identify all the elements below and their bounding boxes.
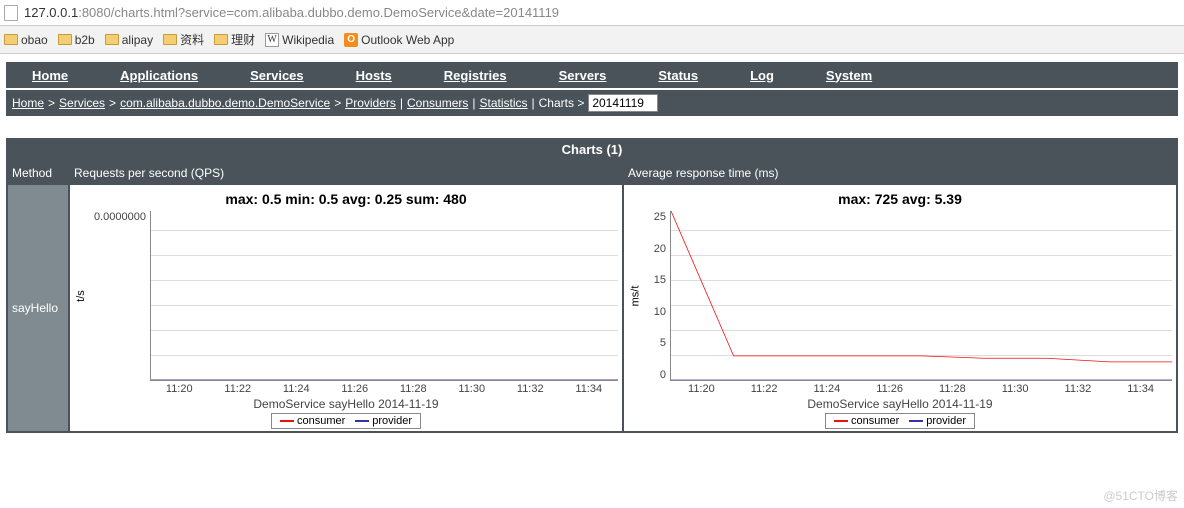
nav-registries[interactable]: Registries: [418, 68, 533, 83]
url-host: 127.0.0.1: [24, 5, 78, 20]
nav-status[interactable]: Status: [632, 68, 724, 83]
x-tick: 11:32: [517, 383, 544, 395]
folder-icon: [4, 34, 18, 45]
nav-servers[interactable]: Servers: [533, 68, 633, 83]
bookmark-label: obao: [21, 33, 48, 47]
chart-plot: [670, 211, 1172, 381]
y-tick: 10: [654, 306, 666, 318]
bookmark-资料[interactable]: 资料: [163, 31, 204, 48]
crumb-link[interactable]: Consumers: [407, 96, 468, 110]
bookmark-Wikipedia[interactable]: WWikipedia: [265, 33, 334, 47]
y-tick: 15: [654, 274, 666, 286]
y-tick: 5: [660, 337, 666, 349]
y-axis-label: ms/t: [629, 286, 641, 307]
bookmark-label: 理财: [231, 31, 255, 48]
bookmark-obao[interactable]: obao: [4, 33, 48, 47]
main-nav: HomeApplicationsServicesHostsRegistriesS…: [6, 62, 1178, 88]
crumb-current: Charts >: [539, 96, 585, 110]
crumb-link[interactable]: Home: [12, 96, 44, 110]
y-axis-label: t/s: [75, 290, 87, 302]
x-tick: 11:30: [458, 383, 485, 395]
x-tick: 11:20: [688, 383, 715, 395]
bookmark-label: Wikipedia: [282, 33, 334, 47]
crumb-link[interactable]: Services: [59, 96, 105, 110]
bookmark-alipay[interactable]: alipay: [105, 33, 153, 47]
chart-title: max: 725 avg: 5.39: [628, 191, 1172, 207]
x-tick: 11:24: [283, 383, 310, 395]
crumb-link[interactable]: Statistics: [480, 96, 528, 110]
y-tick: 20: [654, 243, 666, 255]
x-tick: 11:34: [1127, 383, 1154, 395]
folder-icon: [214, 34, 228, 45]
section-title: Charts (1): [6, 138, 1178, 161]
col-rt: Average response time (ms): [624, 163, 1176, 183]
x-tick: 11:30: [1002, 383, 1029, 395]
folder-icon: [105, 34, 119, 45]
chart-caption: DemoService sayHello 2014-11-19: [628, 397, 1172, 411]
method-name: sayHello: [8, 185, 68, 431]
nav-log[interactable]: Log: [724, 68, 800, 83]
bookmark-bar: obao b2b alipay 资料 理财 WWikipedia OOutlook Web …: [0, 26, 1184, 54]
outlook-icon: O: [344, 33, 358, 47]
nav-services[interactable]: Services: [224, 68, 330, 83]
chart-plot: [150, 211, 618, 381]
breadcrumb: Home > Services > com.alibaba.dubbo.demo…: [6, 90, 1178, 116]
bookmark-label: 资料: [180, 31, 204, 48]
x-tick: 11:34: [575, 383, 602, 395]
nav-home[interactable]: Home: [6, 68, 94, 83]
watermark: @51CTO博客: [1103, 487, 1178, 504]
x-tick: 11:28: [400, 383, 427, 395]
legend-item: consumer: [280, 415, 345, 427]
nav-hosts[interactable]: Hosts: [330, 68, 418, 83]
folder-icon: [58, 34, 72, 45]
bookmark-label: Outlook Web App: [361, 33, 454, 47]
legend-item: consumer: [834, 415, 899, 427]
x-tick: 11:32: [1065, 383, 1092, 395]
bookmark-Outlook Web App[interactable]: OOutlook Web App: [344, 33, 454, 47]
chart-caption: DemoService sayHello 2014-11-19: [74, 397, 618, 411]
table-row: sayHello max: 0.5 min: 0.5 avg: 0.25 sum…: [8, 185, 1176, 431]
page-icon: [4, 5, 18, 21]
bookmark-b2b[interactable]: b2b: [58, 33, 95, 47]
chart-legend: consumer provider: [271, 413, 421, 429]
x-tick: 11:26: [876, 383, 903, 395]
nav-applications[interactable]: Applications: [94, 68, 224, 83]
x-tick: 11:20: [166, 383, 193, 395]
y-tick: 0: [660, 369, 666, 381]
charts-table: Method Requests per second (QPS) Average…: [6, 161, 1178, 433]
folder-icon: [163, 34, 177, 45]
wikipedia-icon: W: [265, 33, 279, 47]
qps-chart-cell: max: 0.5 min: 0.5 avg: 0.25 sum: 480 t/s 0…: [70, 185, 622, 431]
x-tick: 11:26: [341, 383, 368, 395]
x-tick: 11:24: [814, 383, 841, 395]
nav-system[interactable]: System: [800, 68, 898, 83]
crumb-link[interactable]: com.alibaba.dubbo.demo.DemoService: [120, 96, 330, 110]
col-qps: Requests per second (QPS): [70, 163, 622, 183]
rt-chart-cell: max: 725 avg: 5.39 ms/t 25 20 15 10 5 0 11:20 11:…: [624, 185, 1176, 431]
x-tick: 11:22: [751, 383, 778, 395]
legend-item: provider: [355, 415, 412, 427]
col-method: Method: [8, 163, 68, 183]
bookmark-理财[interactable]: 理财: [214, 31, 255, 48]
y-tick: 25: [654, 211, 666, 223]
x-tick: 11:28: [939, 383, 966, 395]
bookmark-label: b2b: [75, 33, 95, 47]
bookmark-label: alipay: [122, 33, 153, 47]
x-tick: 11:22: [224, 383, 251, 395]
crumb-link[interactable]: Providers: [345, 96, 396, 110]
address-bar[interactable]: 127.0.0.1:8080/charts.html?service=com.a…: [0, 0, 1184, 26]
y-tick: 0.0000000: [94, 211, 146, 223]
url-path: :8080/charts.html?service=com.alibaba.du…: [78, 5, 559, 20]
date-input[interactable]: [588, 94, 658, 112]
chart-legend: consumer provider: [825, 413, 975, 429]
chart-title: max: 0.5 min: 0.5 avg: 0.25 sum: 480: [74, 191, 618, 207]
legend-item: provider: [909, 415, 966, 427]
